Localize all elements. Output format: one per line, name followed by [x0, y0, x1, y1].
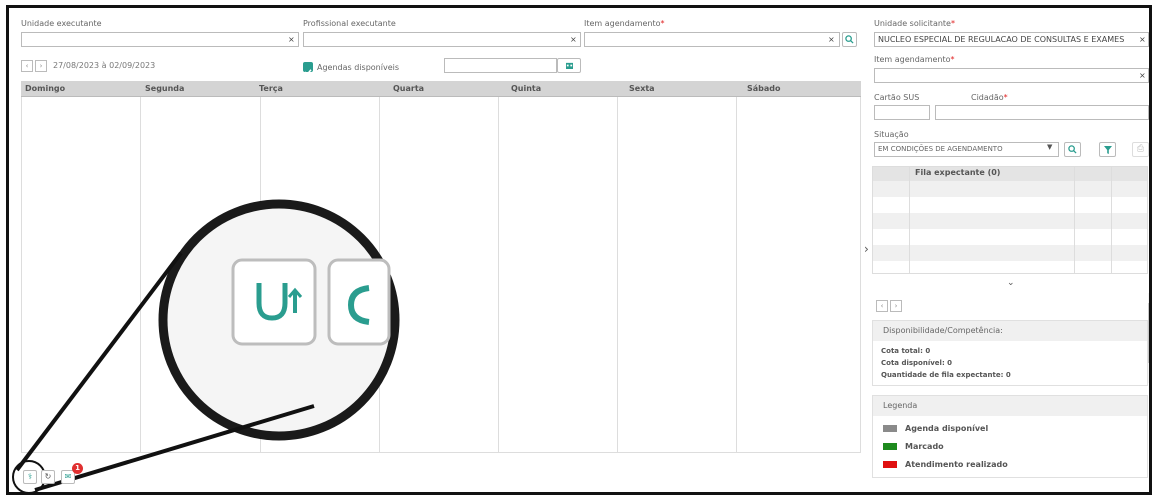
filter-button[interactable] — [1099, 142, 1116, 157]
cartao-sus-input[interactable] — [874, 105, 930, 120]
notification-badge: 1 — [72, 463, 83, 474]
stethoscope-button[interactable]: ⚕ — [23, 470, 37, 484]
legend-item: Atendimento realizado — [883, 460, 1008, 469]
envelope-icon: ✉ — [64, 472, 72, 481]
print-button[interactable]: ⎙ — [1132, 142, 1149, 157]
fila-table-header: Fila expectante (0) — [873, 167, 1147, 181]
unidade-solicitante-input[interactable]: NUCLEO ESPECIAL DE REGULACAO DE CONSULTA… — [874, 32, 1149, 47]
cota-disponivel: Cota disponível: 0 — [881, 359, 953, 367]
chevron-right-icon: › — [894, 302, 898, 310]
chevron-down-icon: ▼ — [1047, 143, 1053, 151]
search-fila-button[interactable] — [1064, 142, 1081, 157]
disponibilidade-panel: Disponibilidade/Competência: Cota total:… — [872, 320, 1148, 386]
clear-unidade-solicitante-icon[interactable]: × — [1139, 33, 1146, 46]
disponibilidade-title: Disponibilidade/Competência: — [873, 321, 1147, 341]
stethoscope-icon: ⚕ — [27, 472, 33, 481]
expand-table-button[interactable]: ⌄ — [1007, 278, 1015, 288]
legend-swatch — [883, 425, 897, 432]
fila-table: Fila expectante (0) — [872, 166, 1148, 274]
quantidade-fila: Quantidade de fila expectante: 0 — [881, 371, 1011, 379]
legend-item: Agenda disponível — [883, 424, 988, 433]
situacao-label: Situação — [874, 130, 909, 139]
table-row — [873, 245, 1147, 261]
clear-right-item-icon[interactable]: × — [1139, 69, 1146, 82]
next-competencia-button[interactable]: › — [890, 300, 902, 312]
fila-header-label: Fila expectante (0) — [915, 168, 1001, 177]
situacao-select[interactable]: EM CONDIÇÕES DE AGENDAMENTO — [874, 142, 1059, 157]
legenda-title: Legenda — [873, 396, 1147, 416]
right-item-agendamento-input[interactable] — [874, 68, 1149, 83]
table-row — [873, 213, 1147, 229]
search-icon — [1068, 145, 1077, 154]
scrollbar[interactable] — [1148, 293, 1149, 383]
table-row — [873, 181, 1147, 197]
scrollbar-thumb[interactable] — [1148, 303, 1149, 363]
right-item-agendamento-label: Item agendamento* — [874, 55, 955, 64]
table-row — [873, 261, 1147, 273]
legend-swatch — [883, 461, 897, 468]
cota-total: Cota total: 0 — [881, 347, 931, 355]
filter-icon — [1103, 146, 1112, 154]
cartao-sus-label: Cartão SUS — [874, 93, 920, 102]
cidadao-input[interactable] — [935, 105, 1149, 120]
refresh-icon: ↻ — [44, 472, 52, 481]
chevron-left-icon: ‹ — [880, 302, 884, 310]
table-row — [873, 197, 1147, 213]
chevron-down-icon: ⌄ — [1007, 278, 1015, 288]
printer-icon: ⎙ — [1136, 144, 1145, 154]
refresh-button[interactable]: ↻ — [41, 470, 55, 484]
legend-item: Marcado — [883, 442, 944, 451]
legenda-panel: Legenda Agenda disponível Marcado Atendi… — [872, 395, 1148, 478]
table-row — [873, 229, 1147, 245]
app-frame: Unidade executante × Profissional execut… — [6, 5, 1152, 495]
legend-swatch — [883, 443, 897, 450]
cidadao-label: Cidadão* — [971, 93, 1008, 102]
prev-competencia-button[interactable]: ‹ — [876, 300, 888, 312]
unidade-solicitante-label: Unidade solicitante* — [874, 19, 955, 28]
